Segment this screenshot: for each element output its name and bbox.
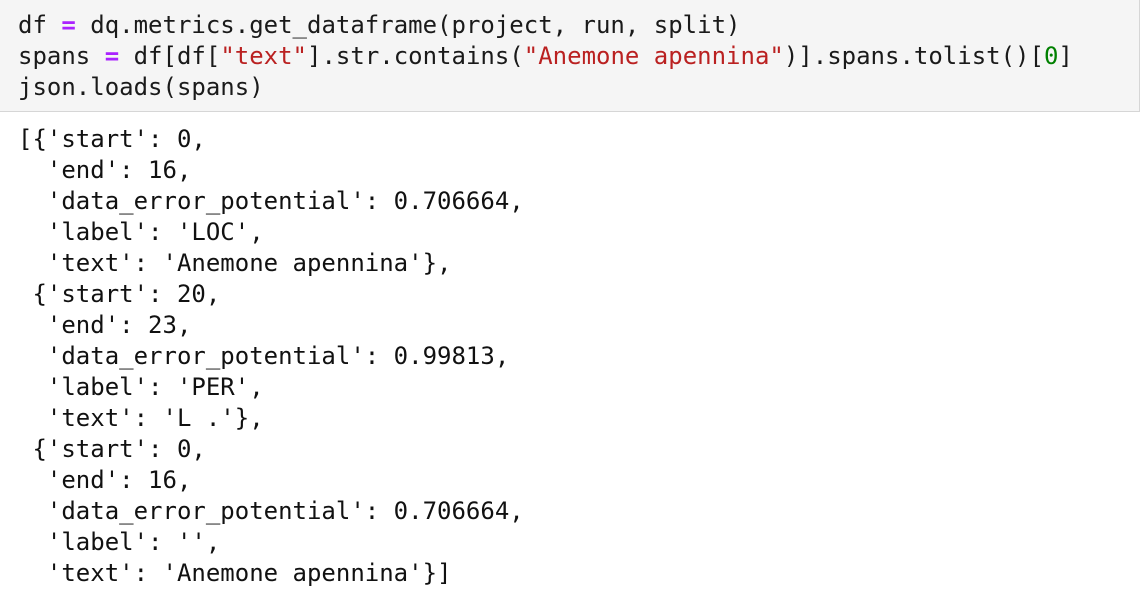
code-token-plain: dq.metrics.get_dataframe(project, run, s… (75, 11, 741, 39)
code-token-str: "text" (220, 42, 308, 70)
code-token-op: = (61, 11, 76, 39)
code-token-plain: df[df[ (119, 42, 221, 70)
output-line: 'end': 16, (18, 156, 192, 184)
output-line: 'data_error_potential': 0.706664, (18, 187, 524, 215)
code-line: json.loads(spans) (18, 72, 1073, 103)
code-token-num: 0 (1043, 42, 1059, 70)
output-line: 'end': 16, (18, 466, 192, 494)
output-line: 'label': 'LOC', (18, 218, 264, 246)
output-line: 'text': 'Anemone apennina'}, (18, 249, 452, 277)
code-token-op: = (104, 42, 120, 70)
code-line: spans = df[df["text"].str.contains("Anem… (18, 41, 1073, 72)
code-input-cell[interactable]: df = dq.metrics.get_dataframe(project, r… (0, 0, 1140, 112)
output-line: 'data_error_potential': 0.99813, (18, 342, 510, 370)
output-line: 'text': 'L .'}, (18, 404, 264, 432)
output-line: 'text': 'Anemone apennina'}] (18, 559, 452, 587)
output-line: [{'start': 0, (18, 125, 206, 153)
code-token-plain: ].str.contains( (307, 42, 524, 70)
code-line: df = dq.metrics.get_dataframe(project, r… (18, 10, 1073, 41)
output-text: [{'start': 0, 'end': 16, 'data_error_pot… (18, 124, 524, 589)
code-token-plain: spans (18, 42, 105, 70)
output-line: {'start': 0, (18, 435, 206, 463)
code-token-plain: json.loads(spans) (18, 73, 264, 101)
output-line: 'label': 'PER', (18, 373, 264, 401)
code-token-str: "Anemone apennina" (523, 42, 784, 70)
code-token-plain: )].spans.tolist()[ (783, 42, 1044, 70)
output-line: {'start': 20, (18, 280, 221, 308)
output-line: 'data_error_potential': 0.706664, (18, 497, 524, 525)
code-editor[interactable]: df = dq.metrics.get_dataframe(project, r… (18, 10, 1073, 103)
code-token-plain: ] (1058, 42, 1073, 70)
code-output-cell: [{'start': 0, 'end': 16, 'data_error_pot… (0, 112, 1140, 594)
output-line: 'label': '', (18, 528, 221, 556)
code-token-plain: df (18, 11, 62, 39)
output-line: 'end': 23, (18, 311, 192, 339)
